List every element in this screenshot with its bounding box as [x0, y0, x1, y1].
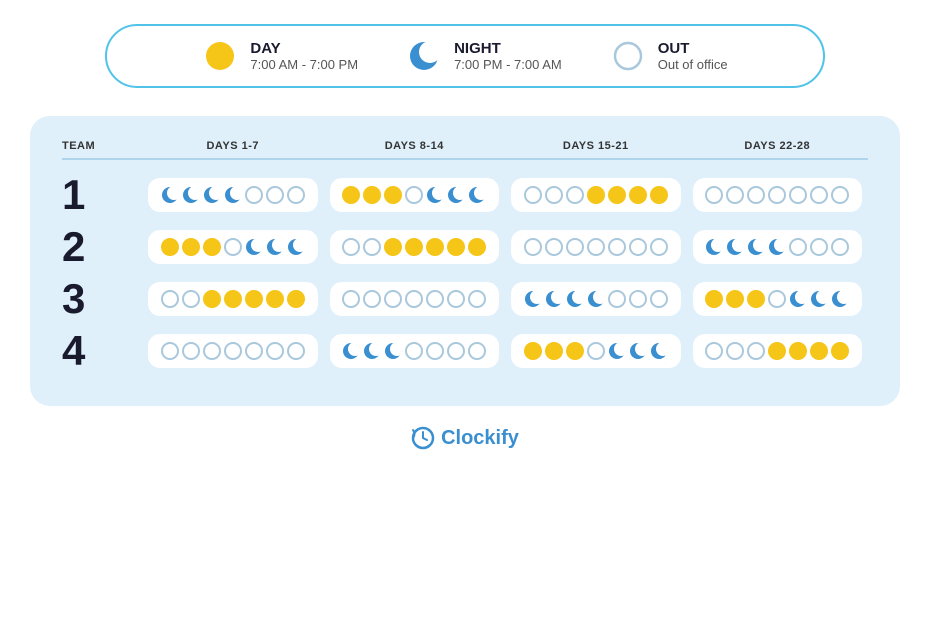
table-body: 1 2 3 4: [62, 174, 868, 372]
header-team: TEAM: [62, 140, 142, 152]
team-number: 4: [62, 330, 142, 372]
legend-night-sub: 7:00 PM - 7:00 AM: [454, 57, 562, 72]
legend-item-night: NIGHT 7:00 PM - 7:00 AM: [406, 38, 562, 74]
days-cell: [511, 178, 681, 212]
days-cell: [330, 230, 500, 264]
team-number: 1: [62, 174, 142, 216]
days-cell: [511, 230, 681, 264]
days-cell: [693, 282, 863, 316]
header-days1521: DAYS 15-21: [505, 140, 687, 152]
days-cell: [511, 282, 681, 316]
header-days17: DAYS 1-7: [142, 140, 324, 152]
legend-bar: DAY 7:00 AM - 7:00 PM NIGHT 7:00 PM - 7:…: [105, 24, 825, 88]
days-cell: [693, 334, 863, 368]
header-days814: DAYS 8-14: [324, 140, 506, 152]
days-cell: [330, 178, 500, 212]
days-cell: [330, 282, 500, 316]
footer-brand: Clockify: [441, 427, 519, 450]
days-cell: [693, 178, 863, 212]
legend-item-day: DAY 7:00 AM - 7:00 PM: [202, 38, 358, 74]
header-days2228: DAYS 22-28: [687, 140, 869, 152]
days-cell: [148, 334, 318, 368]
legend-day-title: DAY: [250, 40, 358, 57]
table-row: 4: [62, 330, 868, 372]
days-cell: [148, 178, 318, 212]
moon-icon: [406, 38, 442, 74]
days-cell: [330, 334, 500, 368]
table-row: 3: [62, 278, 868, 320]
table-header: TEAM DAYS 1-7 DAYS 8-14 DAYS 15-21 DAYS …: [62, 140, 868, 170]
legend-day-sub: 7:00 AM - 7:00 PM: [250, 57, 358, 72]
legend-out-sub: Out of office: [658, 57, 728, 72]
legend-item-out: OUT Out of office: [610, 38, 728, 74]
team-number: 2: [62, 226, 142, 268]
header-divider: [62, 158, 868, 160]
team-number: 3: [62, 278, 142, 320]
legend-out-title: OUT: [658, 40, 728, 57]
table-row: 1: [62, 174, 868, 216]
sun-icon: [202, 38, 238, 74]
legend-night-title: NIGHT: [454, 40, 562, 57]
schedule-card: TEAM DAYS 1-7 DAYS 8-14 DAYS 15-21 DAYS …: [30, 116, 900, 406]
out-circle-icon: [610, 38, 646, 74]
days-cell: [148, 230, 318, 264]
days-cell: [511, 334, 681, 368]
table-row: 2: [62, 226, 868, 268]
clockify-logo-icon: [411, 426, 435, 450]
footer: Clockify: [411, 426, 519, 450]
days-cell: [693, 230, 863, 264]
days-cell: [148, 282, 318, 316]
